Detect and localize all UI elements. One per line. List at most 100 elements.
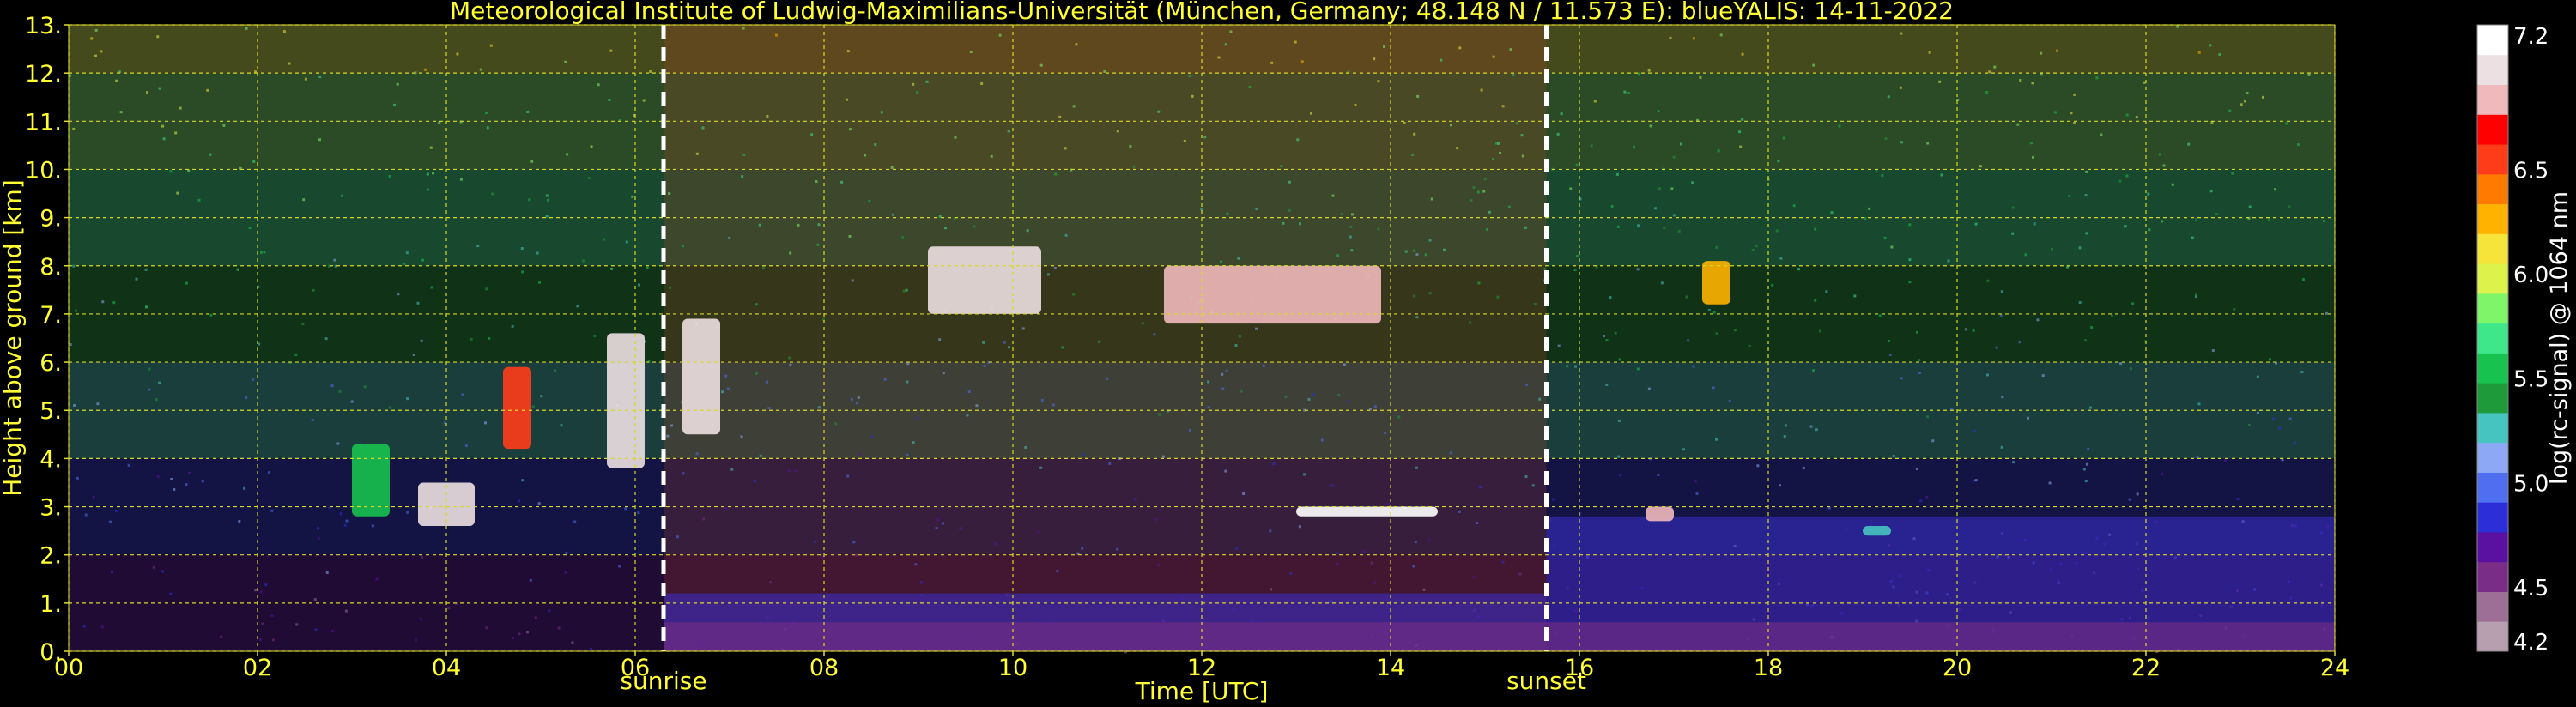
noise-pixel [726, 387, 730, 390]
noise-pixel [810, 133, 814, 136]
noise-pixel [73, 403, 76, 407]
noise-pixel [1335, 552, 1338, 555]
colorbar-swatch [2477, 203, 2508, 234]
noise-pixel [1660, 281, 1664, 285]
noise-pixel [1815, 428, 1818, 432]
noise-pixel [2090, 326, 2094, 329]
noise-pixel [1515, 122, 1518, 125]
noise-pixel [1040, 398, 1044, 402]
noise-pixel [967, 390, 971, 394]
noise-pixel [1449, 124, 1452, 127]
noise-pixel [2209, 44, 2212, 47]
noise-pixel [476, 245, 480, 248]
noise-pixel [1384, 431, 1387, 434]
noise-pixel [610, 267, 614, 270]
noise-pixel [2267, 218, 2270, 221]
noise-pixel [2240, 103, 2243, 106]
noise-pixel [850, 397, 853, 401]
noise-pixel [1413, 249, 1416, 252]
noise-pixel [90, 37, 94, 40]
noise-pixel [270, 509, 274, 512]
noise-pixel [222, 124, 226, 127]
noise-pixel [518, 632, 521, 636]
noise-pixel [1557, 344, 1561, 347]
noise-pixel [2162, 164, 2166, 167]
noise-pixel [1999, 314, 2003, 317]
noise-pixel [1289, 572, 1293, 576]
noise-pixel [1892, 454, 1895, 457]
noise-pixel [742, 153, 746, 156]
noise-pixel [1717, 149, 1720, 153]
noise-pixel [1974, 479, 1978, 482]
noise-pixel [789, 251, 792, 255]
noise-pixel [69, 343, 72, 347]
noise-pixel [1373, 581, 1377, 584]
noise-pixel [666, 434, 670, 438]
noise-pixel [1072, 105, 1076, 108]
noise-pixel [1106, 377, 1109, 380]
noise-pixel [1483, 178, 1487, 181]
noise-pixel [1428, 292, 1432, 295]
noise-pixel [162, 137, 166, 141]
noise-pixel [1533, 303, 1537, 306]
noise-pixel [1414, 541, 1417, 544]
noise-pixel [1240, 390, 1243, 393]
noise-pixel [742, 27, 745, 30]
noise-pixel [941, 522, 944, 525]
noise-pixel [1477, 281, 1481, 285]
noise-pixel [197, 198, 201, 202]
noise-pixel [1605, 383, 1609, 386]
noise-pixel [1940, 173, 1943, 177]
noise-pixel [1825, 290, 1828, 293]
noise-pixel [135, 277, 138, 281]
noise-pixel [566, 153, 569, 156]
noise-pixel [1404, 250, 1408, 253]
noise-pixel [1428, 239, 1432, 242]
noise-pixel [1299, 222, 1302, 226]
noise-pixel [649, 69, 652, 73]
noise-pixel [447, 607, 451, 610]
colorbar-swatch [2477, 173, 2508, 205]
noise-pixel [883, 378, 887, 381]
noise-pixel [2016, 123, 2020, 126]
noise-pixel [2011, 206, 2015, 209]
noise-pixel [1925, 495, 1929, 499]
noise-pixel [461, 393, 464, 396]
x-tick-label: 08 [809, 655, 839, 681]
noise-pixel [787, 469, 791, 473]
noise-pixel [2033, 222, 2036, 226]
noise-pixel [1458, 510, 1462, 513]
noise-pixel [330, 384, 334, 388]
noise-pixel [2191, 236, 2194, 239]
noise-pixel [145, 91, 148, 94]
noise-pixel [816, 243, 820, 246]
noise-pixel [1915, 467, 1918, 470]
noise-pixel [75, 309, 78, 312]
noise-pixel [94, 54, 97, 57]
noise-pixel [2135, 116, 2138, 119]
noise-pixel [637, 283, 640, 287]
noise-pixel [794, 468, 797, 472]
noise-pixel [1679, 142, 1682, 146]
noise-pixel [874, 143, 877, 147]
noise-pixel [1373, 405, 1377, 408]
noise-pixel [890, 166, 894, 169]
noise-pixel [245, 396, 248, 400]
noise-pixel [431, 172, 434, 175]
noise-pixel [1298, 525, 1301, 529]
noise-pixel [264, 583, 268, 587]
noise-pixel [2325, 311, 2329, 315]
x-axis-label: Time [UTC] [1135, 677, 1269, 705]
y-tick-label: 8. [39, 254, 62, 281]
noise-pixel [755, 303, 758, 306]
noise-pixel [1415, 466, 1418, 469]
noise-pixel [127, 463, 130, 467]
noise-pixel [1617, 455, 1621, 458]
noise-pixel [521, 479, 524, 482]
noise-pixel [1129, 145, 1132, 148]
noise-pixel [100, 625, 104, 629]
noise-pixel [1890, 245, 1894, 249]
noise-pixel [1755, 245, 1758, 248]
noise-pixel [2050, 247, 2053, 251]
colorbar-swatch [2477, 144, 2508, 175]
